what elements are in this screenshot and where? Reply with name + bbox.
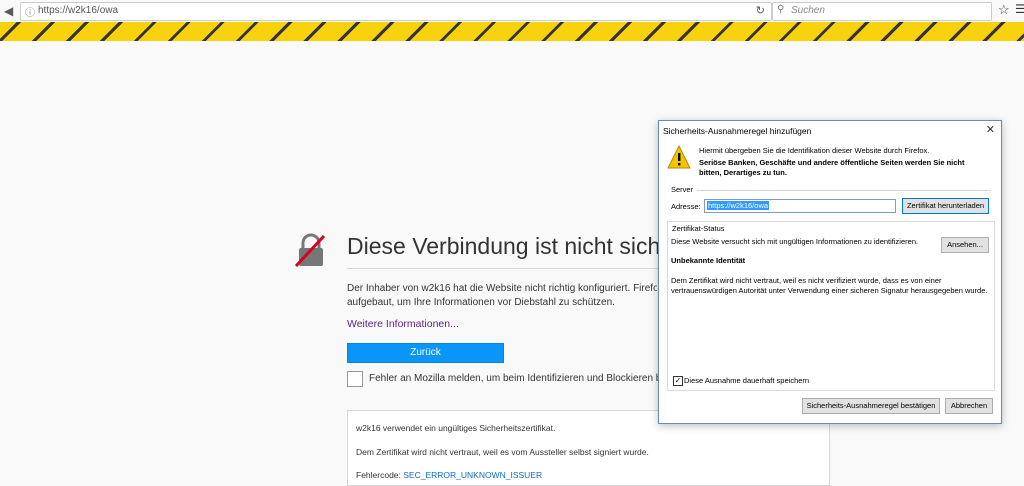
permanent-checkbox[interactable]: ✓ (673, 376, 683, 386)
url-text: https://w2k16/owa (38, 5, 119, 16)
warning-stripe (0, 22, 1024, 41)
details-line-2: Dem Zertifikat wird nicht vertraut, weil… (356, 447, 649, 457)
broken-lock-icon (294, 233, 326, 268)
address-value: https://w2k16/owa (707, 201, 770, 210)
error-description: Der Inhaber von w2k16 hat die Website ni… (347, 282, 657, 310)
view-certificate-button[interactable]: Ansehen... (941, 237, 989, 253)
url-bar[interactable]: ⓘ https://w2k16/owa ↻ (20, 2, 772, 21)
security-exception-dialog: Sicherheits-Ausnahmeregel hinzufügen ✕ H… (658, 120, 1002, 424)
status-detail: Dem Zertifikat wird nicht vertraut, weil… (671, 276, 988, 295)
title-divider (347, 268, 659, 269)
menu-icon[interactable]: ☰ (1015, 2, 1024, 16)
report-checkbox[interactable] (347, 371, 363, 387)
address-label: Adresse: (671, 202, 701, 211)
star-icon[interactable]: ☆ (998, 2, 1010, 18)
address-input[interactable]: https://w2k16/owa (704, 199, 896, 213)
page-title: Diese Verbindung ist nicht sicher (347, 233, 681, 259)
status-text: Diese Website versucht sich mit ungültig… (671, 237, 919, 246)
search-bar[interactable]: ⚲ Suchen (772, 2, 992, 21)
error-code-link[interactable]: SEC_ERROR_UNKNOWN_ISSUER (403, 470, 542, 480)
description-line-1: Der Inhaber von w2k16 hat die Website ni… (347, 283, 657, 294)
search-placeholder: Suchen (791, 5, 825, 16)
search-icon: ⚲ (777, 4, 785, 15)
description-line-2: aufgebaut, um Ihre Informationen vor Die… (347, 297, 615, 308)
download-certificate-button[interactable]: Zertifikat herunterladen (902, 198, 989, 214)
dialog-title: Sicherheits-Ausnahmeregel hinzufügen (663, 126, 812, 136)
info-icon[interactable]: ⓘ (25, 4, 35, 19)
server-group-line (697, 190, 991, 191)
status-group-label: Zertifikat-Status (671, 224, 726, 233)
error-code-prefix: Fehlercode: (356, 470, 404, 480)
details-line-1: w2k16 verwendet ein ungültiges Sicherhei… (356, 423, 556, 433)
warning-icon (667, 145, 691, 169)
confirm-exception-button[interactable]: Sicherheits-Ausnahmeregel bestätigen (802, 398, 940, 414)
close-icon[interactable]: ✕ (986, 123, 995, 136)
more-info-link[interactable]: Weitere Informationen... (347, 318, 459, 330)
dialog-warning: Seriöse Banken, Geschäfte und andere öff… (699, 158, 965, 177)
error-code-line: Fehlercode: SEC_ERROR_UNKNOWN_ISSUER (356, 470, 542, 480)
report-label: Fehler an Mozilla melden, um beim Identi… (369, 373, 659, 384)
dialog-intro: Hiermit übergeben Sie die Identifikation… (699, 146, 930, 155)
cancel-button[interactable]: Abbrechen (945, 398, 993, 414)
back-button[interactable]: Zurück (347, 343, 504, 363)
permanent-label: Diese Ausnahme dauerhaft speichern (684, 376, 810, 385)
reload-icon[interactable]: ↻ (756, 4, 765, 17)
unknown-identity-label: Unbekannte Identität (671, 256, 746, 265)
browser-toolbar: ◀ ⓘ https://w2k16/owa ↻ ⚲ Suchen ☆ ☰ (0, 0, 1024, 23)
server-group-label: Server (671, 185, 694, 194)
back-arrow-icon[interactable]: ◀ (4, 4, 18, 18)
